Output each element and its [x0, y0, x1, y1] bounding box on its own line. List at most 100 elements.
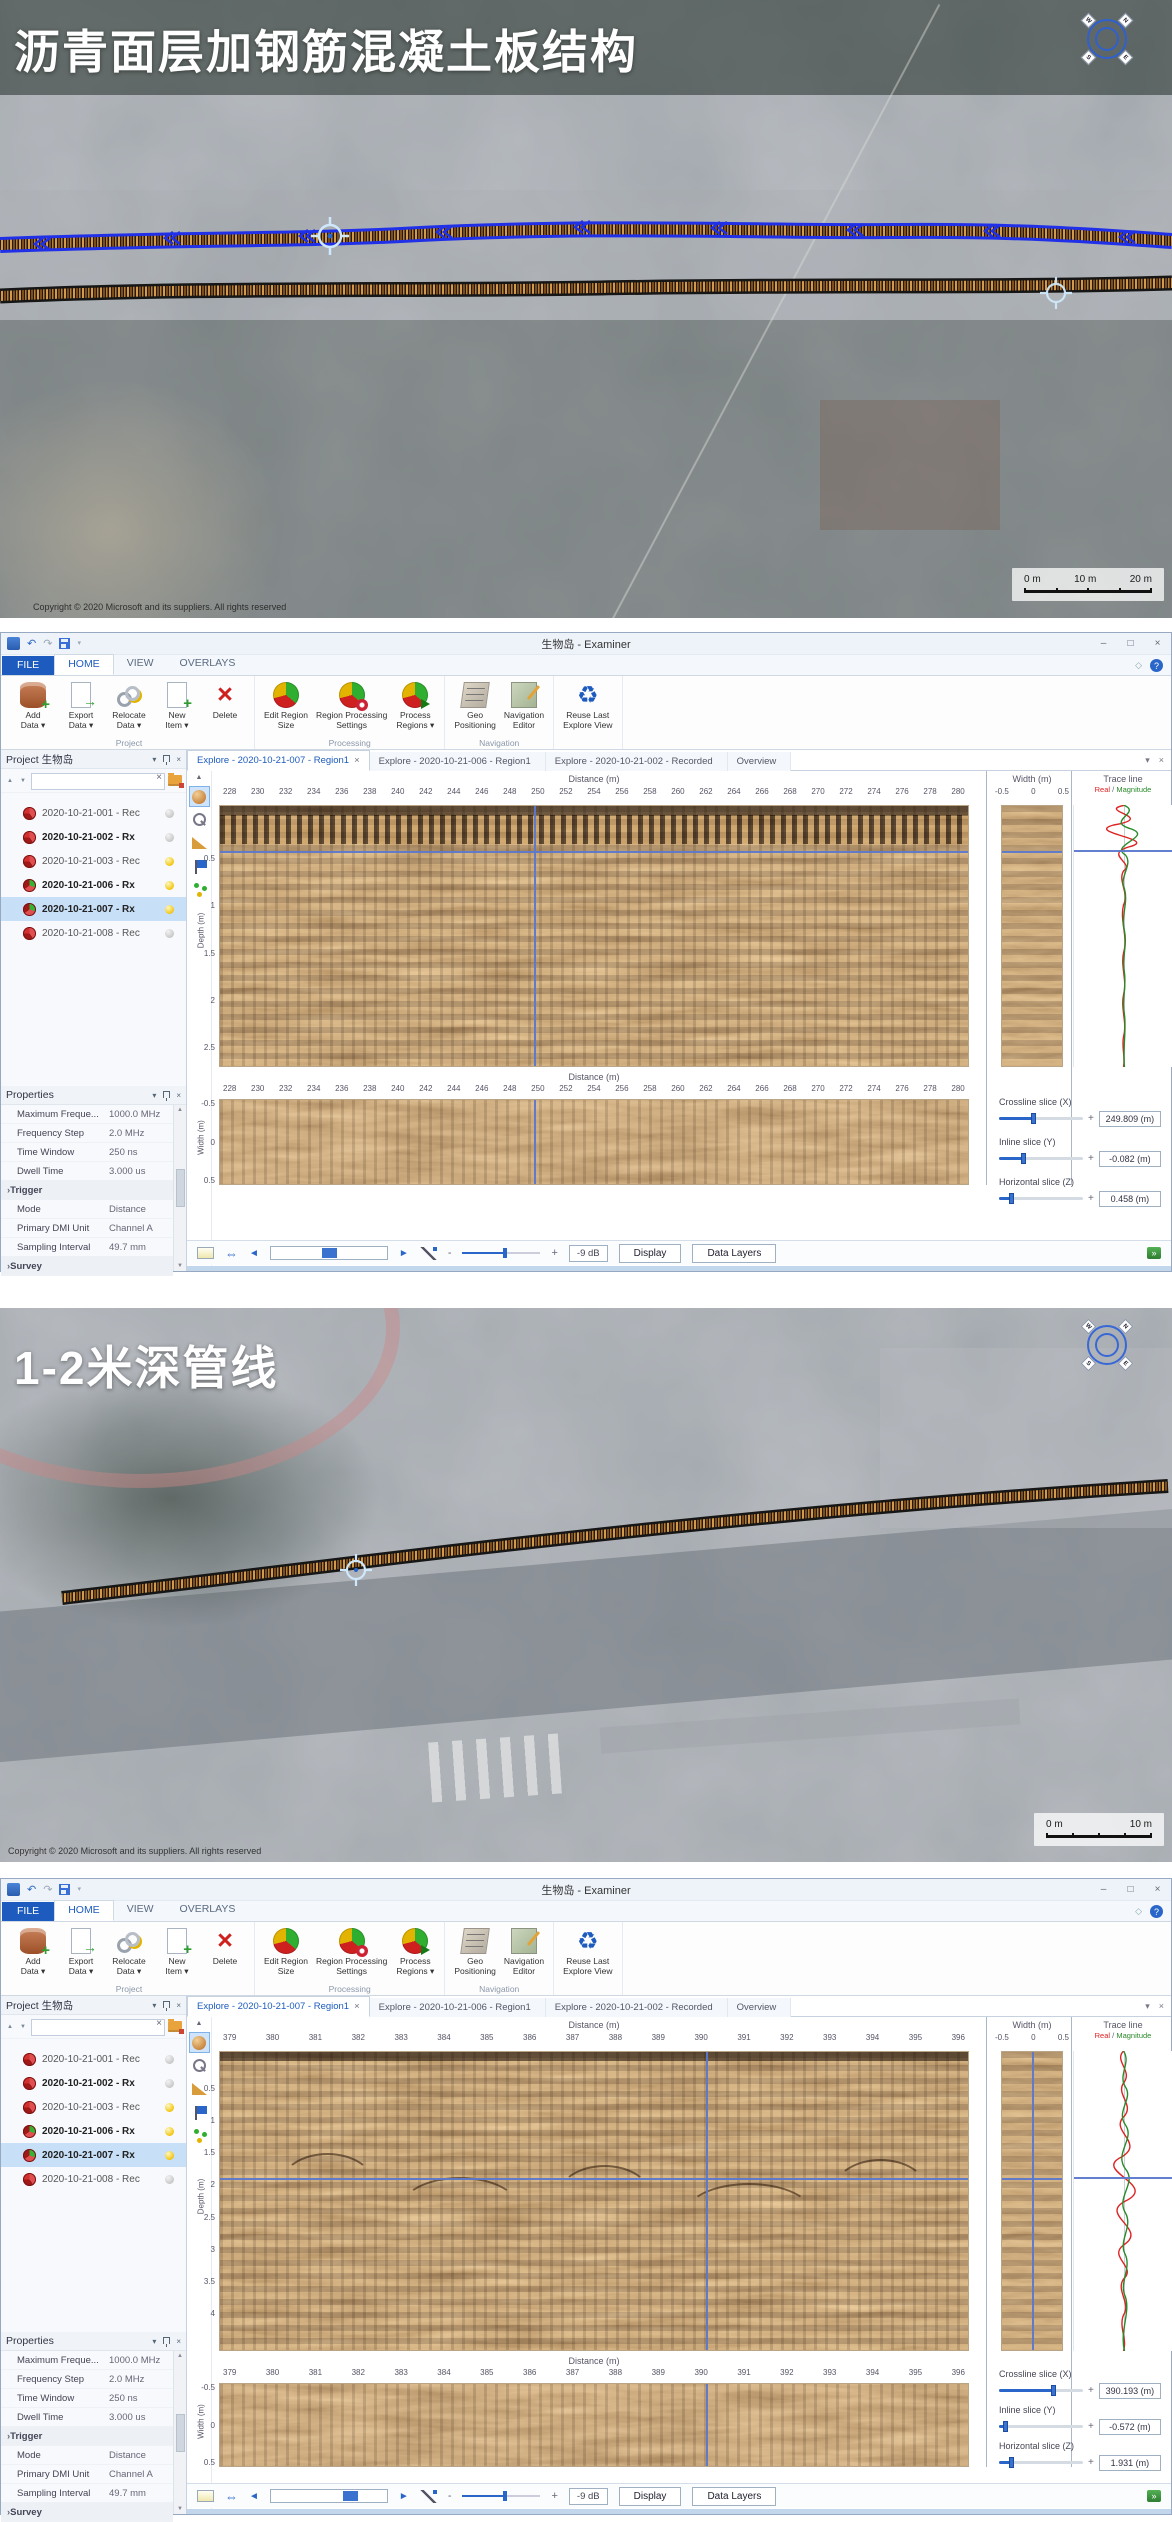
visibility-bulb-icon[interactable]	[165, 2079, 174, 2088]
redo-icon[interactable]: ↷	[43, 638, 52, 650]
pan-right-icon[interactable]: ►	[399, 1247, 409, 1260]
project-search-input[interactable]	[31, 773, 165, 790]
plan-view[interactable]	[219, 2383, 969, 2467]
tab-list-icon[interactable]: ▾	[1145, 755, 1150, 766]
project-item[interactable]: 2020-10-21-002 - Rx	[1, 2071, 186, 2095]
pin-icon[interactable]	[163, 755, 170, 762]
ribbon-button[interactable]: Edit RegionSize	[260, 679, 312, 732]
property-row[interactable]: Time Window250 ns	[1, 1143, 173, 1162]
maximize-button[interactable]: □	[1117, 1879, 1144, 1900]
project-item[interactable]: 2020-10-21-008 - Rec	[1, 2167, 186, 2191]
ribbon-tab[interactable]: OVERLAYS	[167, 1900, 249, 1921]
panel-close-icon[interactable]: ×	[176, 2001, 181, 2010]
save-icon[interactable]	[59, 1884, 70, 1895]
plan-view[interactable]	[219, 1099, 969, 1185]
visibility-bulb-icon[interactable]	[165, 2103, 174, 2112]
expand-all-icon[interactable]: ▼	[18, 778, 28, 784]
save-icon[interactable]	[59, 638, 70, 649]
crossline-cursor[interactable]	[706, 2052, 708, 2350]
visibility-bulb-icon[interactable]	[165, 2175, 174, 2184]
clear-search-icon[interactable]: ×	[156, 2018, 162, 2029]
gain-slider-thumb[interactable]	[503, 1248, 507, 1258]
ribbon-button[interactable]: Edit RegionSize	[260, 1925, 312, 1978]
app-icon[interactable]	[7, 637, 20, 650]
visibility-bulb-icon[interactable]	[165, 905, 174, 914]
horizontal-scrollbar[interactable]	[270, 2489, 388, 2503]
property-row[interactable]: Frequency Step2.0 MHz	[1, 2370, 173, 2389]
property-row[interactable]: Dwell Time3.000 us	[1, 2408, 173, 2427]
minimize-button[interactable]: –	[1090, 633, 1117, 654]
ribbon-tab[interactable]: VIEW	[114, 654, 167, 675]
folder-icon[interactable]	[168, 2021, 182, 2032]
palette-icon[interactable]	[197, 2490, 214, 2502]
scroll-up-icon[interactable]: ▲	[177, 1107, 183, 1113]
project-item[interactable]: 2020-10-21-002 - Rx	[1, 825, 186, 849]
slice-value[interactable]: 0.458 (m)	[1099, 1191, 1161, 1207]
ribbon-button[interactable]: ExportData ▾	[57, 1925, 105, 1978]
pin-icon[interactable]	[163, 2001, 170, 2008]
property-row[interactable]: Maximum Freque...1000.0 MHz	[1, 1105, 173, 1124]
slice-value[interactable]: 249.809 (m)	[1099, 1111, 1161, 1127]
undo-icon[interactable]: ↶	[27, 1884, 36, 1896]
document-tab[interactable]: Explore - 2020-10-21-007 - Region1×	[187, 750, 370, 771]
document-tab[interactable]: Explore - 2020-10-21-002 - Recorded	[546, 752, 728, 771]
ribbon-button[interactable]: NavigationEditor	[500, 1925, 548, 1978]
qat-dropdown-icon[interactable]: ▾	[77, 638, 81, 650]
slice-slider[interactable]	[999, 1157, 1083, 1160]
slider-thumb[interactable]	[1009, 1193, 1014, 1204]
properties-scrollbar[interactable]: ▲ ▼	[173, 1105, 186, 1271]
reuse-last-explore-view-button[interactable]: Reuse LastExplore View	[559, 679, 616, 732]
folder-icon[interactable]	[168, 775, 182, 786]
tab-list-icon[interactable]: ▾	[1145, 2001, 1150, 2012]
project-search-input[interactable]	[31, 2019, 165, 2036]
project-item[interactable]: 2020-10-21-001 - Rec	[1, 801, 186, 825]
expand-all-icon[interactable]: ▼	[18, 2024, 28, 2030]
project-item[interactable]: 2020-10-21-003 - Rec	[1, 849, 186, 873]
help-icon[interactable]: ?	[1150, 1905, 1163, 1918]
ribbon-button[interactable]: GeoPositioning	[450, 1925, 500, 1978]
slider-thumb[interactable]	[1009, 2457, 1014, 2468]
ribbon-button[interactable]: Delete	[201, 1925, 249, 1978]
scroll-up-icon[interactable]: ▲	[177, 2353, 183, 2359]
property-row[interactable]: Trigger	[1, 2427, 173, 2446]
ribbon-tab[interactable]: HOME	[54, 654, 114, 675]
slider-thumb[interactable]	[1021, 1153, 1026, 1164]
measure-tool-icon[interactable]	[189, 832, 210, 853]
tab-file[interactable]: FILE	[2, 656, 54, 675]
ribbon-button[interactable]: RelocateData ▾	[105, 679, 153, 732]
trace-style-icon[interactable]	[420, 1247, 437, 1260]
gain-slider-thumb[interactable]	[503, 2491, 507, 2501]
ribbon-button[interactable]: NavigationEditor	[500, 679, 548, 732]
tab-close-all-icon[interactable]: ×	[1159, 2001, 1164, 2012]
close-button[interactable]: ×	[1144, 633, 1171, 654]
clear-search-icon[interactable]: ×	[156, 772, 162, 783]
panel-close-icon[interactable]: ×	[176, 755, 181, 764]
slider-thumb[interactable]	[1051, 2385, 1056, 2396]
sphere-tool-icon[interactable]	[189, 2032, 210, 2053]
horizontal-slice-cursor[interactable]	[220, 851, 968, 853]
crossline-slice-strip[interactable]	[1001, 2051, 1063, 2351]
apply-icon[interactable]: »	[1147, 2490, 1161, 2502]
property-row[interactable]: ModeDistance	[1, 2446, 173, 2465]
ribbon-button[interactable]: NewItem ▾	[153, 1925, 201, 1978]
document-tab[interactable]: Overview	[728, 1998, 792, 2017]
property-row[interactable]: Time Window250 ns	[1, 2389, 173, 2408]
tab-file[interactable]: FILE	[2, 1902, 54, 1921]
ribbon-button[interactable]: ExportData ▾	[57, 679, 105, 732]
slider-thumb[interactable]	[1003, 2421, 1008, 2432]
slice-slider[interactable]	[999, 2461, 1083, 2464]
scrollbar-thumb[interactable]	[343, 2491, 358, 2501]
ribbon-button[interactable]: Region ProcessingSettings	[312, 1925, 391, 1978]
ribbon-tab[interactable]: OVERLAYS	[167, 654, 249, 675]
maximize-button[interactable]: □	[1117, 633, 1144, 654]
visibility-bulb-icon[interactable]	[165, 881, 174, 890]
property-row[interactable]: ModeDistance	[1, 1200, 173, 1219]
ribbon-button[interactable]: Region ProcessingSettings	[312, 679, 391, 732]
visibility-bulb-icon[interactable]	[165, 2127, 174, 2136]
visibility-bulb-icon[interactable]	[165, 809, 174, 818]
slice-slider[interactable]	[999, 2425, 1083, 2428]
undo-icon[interactable]: ↶	[27, 638, 36, 650]
slice-value[interactable]: -0.082 (m)	[1099, 1151, 1161, 1167]
property-row[interactable]: Primary DMI UnitChannel A	[1, 1219, 173, 1238]
property-row[interactable]: Dwell Time3.000 us	[1, 1162, 173, 1181]
